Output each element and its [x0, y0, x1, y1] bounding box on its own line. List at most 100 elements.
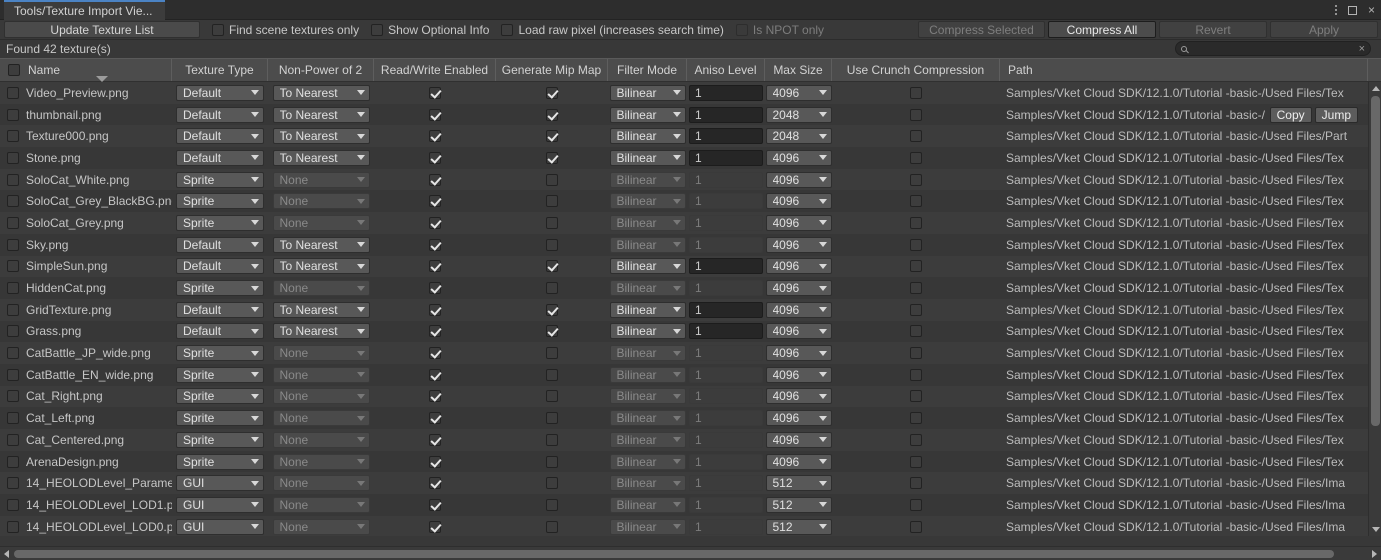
aniso-level-input[interactable]: 1: [689, 301, 763, 318]
texture-type-dropdown[interactable]: Sprite: [176, 280, 264, 297]
use-crunch-compression-checkbox[interactable]: [910, 477, 922, 490]
texture-type-dropdown[interactable]: Sprite: [176, 388, 264, 405]
texture-type-dropdown[interactable]: GUI: [176, 496, 264, 513]
column-header-texture_type[interactable]: Texture Type: [172, 59, 268, 81]
table-row[interactable]: 14_HEOLODLevel_LOD1.png GUI None Bilinear 1 5…: [0, 494, 1381, 516]
max-size-dropdown[interactable]: 512: [765, 496, 832, 513]
use-crunch-compression-checkbox[interactable]: [910, 498, 922, 511]
max-size-dropdown[interactable]: 4096: [765, 323, 832, 340]
max-size-dropdown[interactable]: 4096: [765, 280, 832, 297]
generate-mip-map-checkbox[interactable]: [546, 130, 558, 143]
generate-mip-map-checkbox[interactable]: [546, 325, 558, 338]
row-select-checkbox[interactable]: [7, 455, 19, 468]
filter-mode-dropdown[interactable]: Bilinear: [609, 106, 686, 123]
row-select-checkbox[interactable]: [7, 498, 19, 511]
generate-mip-map-checkbox[interactable]: [546, 498, 558, 511]
use-crunch-compression-checkbox[interactable]: [910, 260, 922, 273]
use-crunch-compression-checkbox[interactable]: [910, 455, 922, 468]
table-row[interactable]: Stone.png Default To Nearest Bilinear 1 4096 S…: [0, 147, 1381, 169]
table-row[interactable]: SoloCat_Grey_BlackBG.png Sprite None Biline…: [0, 190, 1381, 213]
column-header-aniso[interactable]: Aniso Level: [687, 59, 765, 81]
max-size-dropdown[interactable]: 2048: [765, 106, 832, 123]
copy-path-button[interactable]: Copy: [1269, 106, 1312, 123]
texture-type-dropdown[interactable]: GUI: [176, 475, 264, 492]
aniso-level-input[interactable]: 1: [689, 149, 763, 166]
max-size-dropdown[interactable]: 4096: [765, 214, 832, 231]
non-power-of-2-dropdown[interactable]: To Nearest: [272, 236, 370, 253]
generate-mip-map-checkbox[interactable]: [546, 477, 558, 490]
load-raw-pixel-checkbox[interactable]: Load raw pixel (increases search time): [501, 23, 724, 37]
texture-type-dropdown[interactable]: Sprite: [176, 431, 264, 448]
row-select-checkbox[interactable]: [7, 325, 19, 338]
texture-type-dropdown[interactable]: Sprite: [176, 193, 264, 210]
max-size-dropdown[interactable]: 4096: [765, 410, 832, 427]
texture-type-dropdown[interactable]: Sprite: [176, 171, 264, 188]
read-write-enabled-checkbox[interactable]: [429, 390, 441, 403]
use-crunch-compression-checkbox[interactable]: [910, 412, 922, 425]
use-crunch-compression-checkbox[interactable]: [910, 130, 922, 143]
filter-mode-dropdown[interactable]: Bilinear: [609, 258, 686, 275]
column-header-non_power_of_2[interactable]: Non-Power of 2: [268, 59, 374, 81]
column-header-filter_mode[interactable]: Filter Mode: [608, 59, 687, 81]
table-row[interactable]: SoloCat_Grey.png Sprite None Bilinear 1 4096 S…: [0, 212, 1381, 234]
use-crunch-compression-checkbox[interactable]: [910, 108, 922, 121]
use-crunch-compression-checkbox[interactable]: [910, 347, 922, 360]
read-write-enabled-checkbox[interactable]: [429, 303, 441, 316]
generate-mip-map-checkbox[interactable]: [546, 216, 558, 229]
use-crunch-compression-checkbox[interactable]: [910, 173, 922, 186]
read-write-enabled-checkbox[interactable]: [429, 412, 441, 425]
row-select-checkbox[interactable]: [7, 216, 19, 229]
generate-mip-map-checkbox[interactable]: [546, 347, 558, 360]
row-select-checkbox[interactable]: [7, 173, 19, 186]
texture-type-dropdown[interactable]: Default: [176, 301, 264, 318]
find-scene-textures-only-checkbox[interactable]: Find scene textures only: [212, 23, 359, 37]
tab-texture-import-viewer[interactable]: Tools/Texture Import Vie...: [4, 0, 165, 20]
use-crunch-compression-checkbox[interactable]: [910, 433, 922, 446]
table-row[interactable]: Cat_Right.png Sprite None Bilinear 1 4096 Samp…: [0, 385, 1381, 408]
texture-type-dropdown[interactable]: Default: [176, 106, 264, 123]
read-write-enabled-checkbox[interactable]: [429, 130, 441, 143]
filter-mode-dropdown[interactable]: Bilinear: [609, 323, 686, 340]
row-select-checkbox[interactable]: [7, 520, 19, 533]
use-crunch-compression-checkbox[interactable]: [910, 195, 922, 208]
texture-type-dropdown[interactable]: Sprite: [176, 410, 264, 427]
row-select-checkbox[interactable]: [7, 238, 19, 251]
update-texture-list-button[interactable]: Update Texture List: [4, 21, 200, 38]
read-write-enabled-checkbox[interactable]: [429, 347, 441, 360]
texture-type-dropdown[interactable]: Default: [176, 258, 264, 275]
table-row[interactable]: 14_HEOLODLevel_LOD0.png GUI None Bilinear 1 5…: [0, 515, 1381, 536]
filter-mode-dropdown[interactable]: Bilinear: [609, 128, 686, 145]
column-header-max_size[interactable]: Max Size: [765, 59, 832, 81]
max-size-dropdown[interactable]: 4096: [765, 388, 832, 405]
row-select-checkbox[interactable]: [7, 412, 19, 425]
column-header-read_write[interactable]: Read/Write Enabled: [374, 59, 496, 81]
column-header-name[interactable]: Name: [0, 59, 172, 82]
read-write-enabled-checkbox[interactable]: [429, 173, 441, 186]
row-select-checkbox[interactable]: [7, 108, 19, 121]
aniso-level-input[interactable]: 1: [689, 323, 763, 340]
generate-mip-map-checkbox[interactable]: [546, 303, 558, 316]
row-select-checkbox[interactable]: [7, 151, 19, 164]
max-size-dropdown[interactable]: 2048: [765, 128, 832, 145]
read-write-enabled-checkbox[interactable]: [429, 325, 441, 338]
horizontal-scrollbar[interactable]: [0, 546, 1381, 560]
texture-type-dropdown[interactable]: Default: [176, 323, 264, 340]
row-select-checkbox[interactable]: [7, 477, 19, 490]
max-size-dropdown[interactable]: 512: [765, 475, 832, 492]
read-write-enabled-checkbox[interactable]: [429, 477, 441, 490]
generate-mip-map-checkbox[interactable]: [546, 282, 558, 295]
read-write-enabled-checkbox[interactable]: [429, 520, 441, 533]
search-input[interactable]: [1191, 42, 1355, 55]
table-row[interactable]: CatBattle_EN_wide.png Sprite None Bilinear 1…: [0, 363, 1381, 386]
filter-mode-dropdown[interactable]: Bilinear: [609, 301, 686, 318]
texture-type-dropdown[interactable]: GUI: [176, 518, 264, 535]
jump-to-asset-button[interactable]: Jump: [1314, 106, 1358, 123]
row-select-checkbox[interactable]: [7, 195, 19, 208]
read-write-enabled-checkbox[interactable]: [429, 282, 441, 295]
row-select-checkbox[interactable]: [7, 347, 19, 360]
read-write-enabled-checkbox[interactable]: [429, 455, 441, 468]
aniso-level-input[interactable]: 1: [689, 258, 763, 275]
non-power-of-2-dropdown[interactable]: To Nearest: [272, 84, 370, 101]
generate-mip-map-checkbox[interactable]: [546, 368, 558, 381]
select-all-checkbox[interactable]: [8, 64, 20, 76]
